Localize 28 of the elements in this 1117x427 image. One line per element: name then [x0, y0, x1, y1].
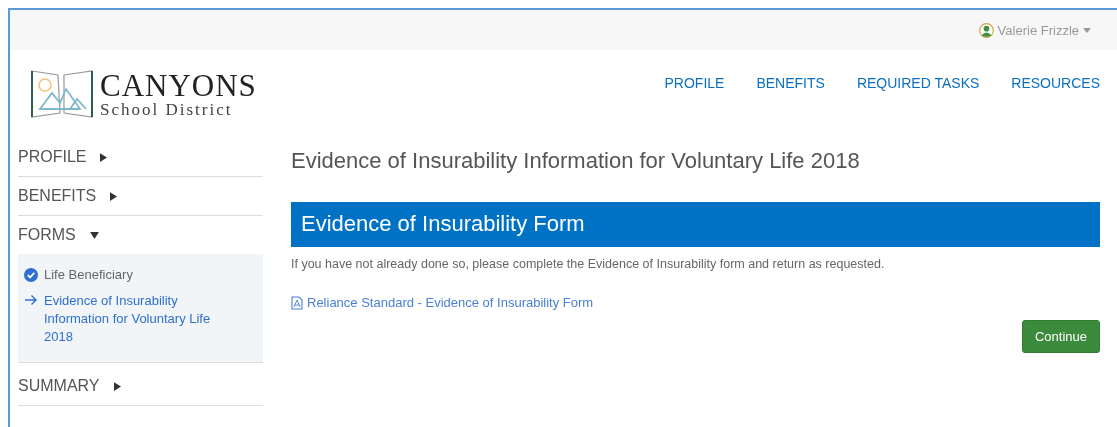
sidebar-section[interactable]: PROFILE: [18, 138, 263, 177]
panel-header: Evidence of Insurability Form: [291, 202, 1100, 247]
continue-button[interactable]: Continue: [1021, 320, 1100, 353]
check-circle-icon: [24, 268, 38, 282]
form-link[interactable]: Reliance Standard - Evidence of Insurability Form: [291, 295, 1100, 310]
instructions-text: If you have not already done so, please complete the Evidence of Insurability form and return as requested.: [291, 257, 886, 271]
logo-icon: [30, 69, 94, 119]
logo-title: CANYONS: [100, 70, 257, 101]
nav-link[interactable]: PROFILE: [664, 75, 725, 91]
caret-down-icon: [89, 231, 99, 239]
nav-link[interactable]: RESOURCES: [1011, 75, 1100, 91]
user-menu[interactable]: Valerie Frizzle: [978, 22, 1091, 38]
caret-right-icon: [100, 152, 108, 162]
submenu-item[interactable]: Life Beneficiary: [24, 264, 255, 290]
nav-link[interactable]: BENEFITS: [756, 75, 825, 91]
nav-link[interactable]: REQUIRED TASKS: [856, 75, 980, 91]
arrow-right-icon: [24, 294, 38, 306]
pdf-file-icon: [291, 295, 303, 310]
submenu-item[interactable]: Evidence of Insurability Information for Voluntary Life 2018: [24, 290, 255, 352]
caret-icon: [1083, 27, 1091, 33]
caret-right-icon: [113, 381, 121, 391]
sidebar-section[interactable]: BENEFITS: [18, 177, 263, 216]
sidebar-section[interactable]: SUMMARY: [18, 367, 263, 406]
sidebar-section[interactable]: FORMS: [18, 216, 263, 254]
user-avatar-icon: [978, 22, 994, 38]
logo-subtitle: School District: [100, 101, 234, 118]
page-title: Evidence of Insurability Information for Voluntary Life 2018: [291, 148, 861, 174]
caret-right-icon: [110, 191, 118, 201]
